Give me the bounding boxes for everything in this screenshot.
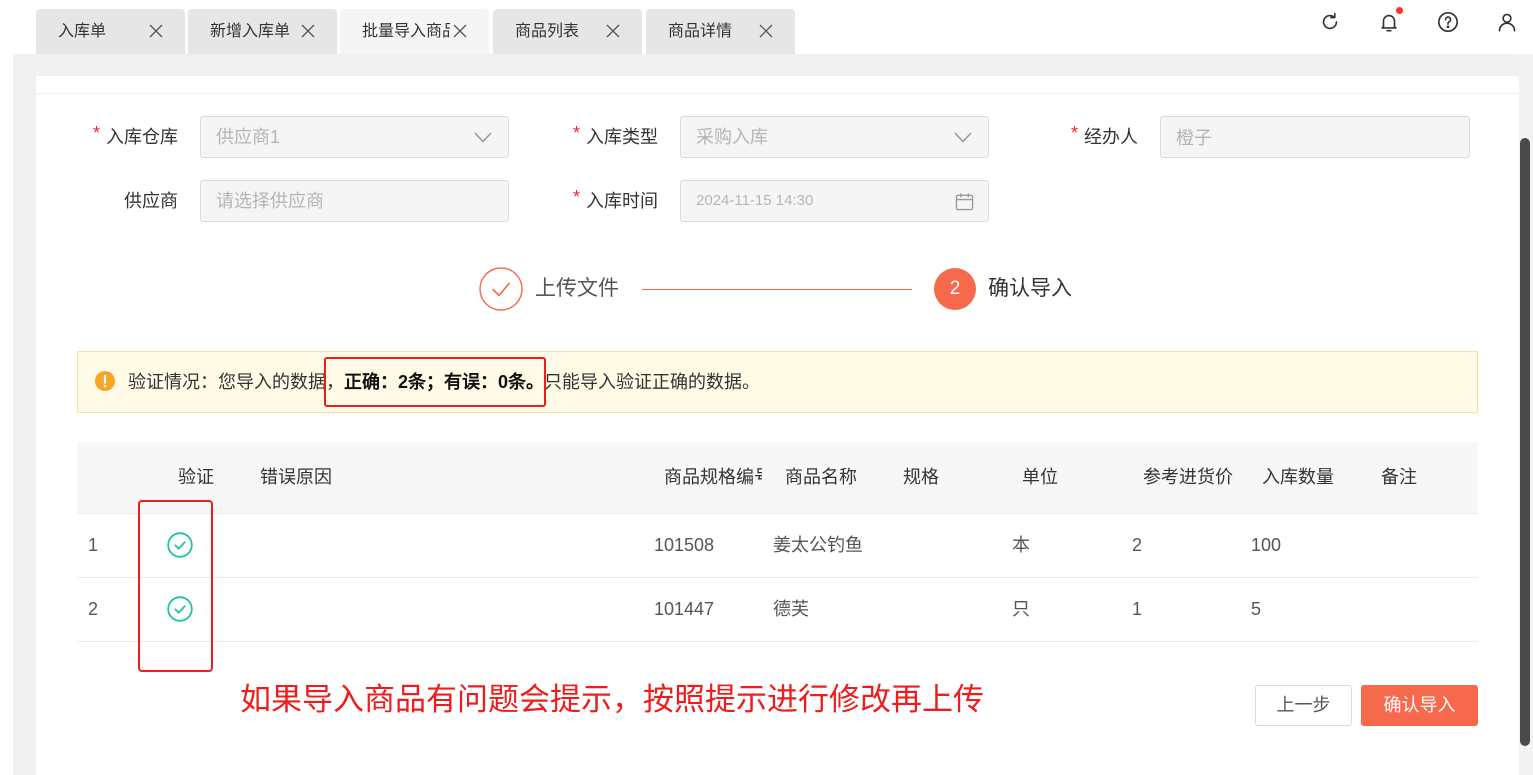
- column-header-product-name: 商品名称: [785, 467, 857, 487]
- row-sku-code: 101508: [654, 535, 715, 555]
- row-quantity: 100: [1251, 535, 1282, 555]
- row-ref-price: 2: [1132, 535, 1143, 555]
- tab-inbound-order[interactable]: 入库单: [36, 9, 185, 54]
- column-header-ref-price: 参考进货价: [1143, 467, 1233, 487]
- tab-label: 新增入库单: [210, 23, 291, 40]
- column-header-sku-code: 商品规格编号: [664, 467, 762, 487]
- refresh-icon[interactable]: [1319, 11, 1341, 33]
- tab-label: 商品详情: [668, 23, 733, 40]
- bell-icon: [1381, 14, 1397, 32]
- column-header-spec: 规格: [903, 467, 939, 487]
- tab-label: 入库单: [58, 23, 107, 40]
- step-confirm-label: 确认导入: [988, 277, 1072, 300]
- required-mark: *: [572, 187, 580, 207]
- calendar-icon: [955, 193, 974, 211]
- row-unit: 只: [1012, 599, 1030, 619]
- step-number-badge: 2: [934, 268, 976, 310]
- required-mark: *: [92, 123, 100, 143]
- close-icon[interactable]: [453, 24, 467, 38]
- tab-product-list[interactable]: 商品列表: [493, 9, 642, 54]
- notifications-button[interactable]: [1378, 7, 1403, 33]
- row-index: 2: [88, 599, 99, 619]
- supplier-input[interactable]: [200, 180, 509, 222]
- close-icon[interactable]: [149, 24, 163, 38]
- inbound-time-label-text: 入库时间: [586, 191, 658, 211]
- user-icon[interactable]: [1496, 11, 1518, 33]
- divider: [36, 93, 1519, 94]
- warehouse-label: * 入库仓库: [60, 116, 178, 158]
- tab-new-inbound-order[interactable]: 新增入库单: [188, 9, 337, 54]
- supplier-label-text: 供应商: [124, 191, 178, 211]
- step-completed-check-icon: [479, 267, 523, 311]
- handler-label-text: 经办人: [1084, 127, 1138, 147]
- row-ref-price: 1: [1132, 599, 1143, 619]
- close-icon[interactable]: [606, 24, 620, 38]
- tab-product-detail[interactable]: 商品详情: [646, 9, 795, 54]
- chevron-down-icon: [954, 132, 972, 143]
- supplier-label: 供应商: [60, 180, 178, 222]
- step-upload-label: 上传文件: [535, 277, 619, 300]
- scrollbar-thumb[interactable]: [1520, 138, 1530, 746]
- annotation-note: 如果导入商品有问题会提示，按照提示进行修改再上传: [240, 682, 984, 717]
- row-product-name: 德芙: [773, 599, 809, 619]
- inbound-time-value: 2024-11-15 14:30: [696, 192, 814, 209]
- annotation-box-validation: [138, 500, 213, 672]
- validation-alert: 验证情况：您导入的数据，正确：2条；有误：0条。 只能导入验证正确的数据。: [77, 351, 1478, 413]
- alert-suffix: 只能导入验证正确的数据。: [544, 372, 761, 392]
- import-table: 验证 错误原因 商品规格编号 商品名称 规格 单位 参考进货价 入库数量 备注 …: [77, 442, 1478, 642]
- confirm-import-button[interactable]: 确认导入: [1361, 685, 1478, 726]
- handler-label: * 经办人: [1020, 116, 1138, 158]
- table-header: 验证 错误原因 商品规格编号 商品名称 规格 单位 参考进货价 入库数量 备注: [77, 442, 1478, 514]
- tab-batch-import-products[interactable]: 批量导入商品: [340, 9, 489, 54]
- close-icon[interactable]: [301, 24, 315, 38]
- close-icon[interactable]: [759, 24, 773, 38]
- warehouse-value: 供应商1: [216, 127, 281, 147]
- handler-input[interactable]: [1160, 116, 1470, 158]
- column-header-quantity: 入库数量: [1262, 467, 1334, 487]
- column-header-unit: 单位: [1022, 467, 1058, 487]
- required-mark: *: [1070, 123, 1078, 143]
- help-icon[interactable]: [1437, 11, 1459, 33]
- previous-step-button[interactable]: 上一步: [1255, 685, 1352, 726]
- step-connector: [642, 289, 912, 290]
- inbound-time-picker[interactable]: 2024-11-15 14:30: [680, 180, 989, 222]
- warning-icon: [95, 371, 115, 391]
- column-header-error-reason: 错误原因: [260, 467, 332, 487]
- chevron-down-icon: [474, 132, 492, 143]
- tab-label: 商品列表: [515, 23, 580, 40]
- warehouse-label-text: 入库仓库: [106, 127, 178, 147]
- row-product-name: 姜太公钓鱼: [773, 535, 863, 555]
- column-header-remark: 备注: [1381, 467, 1417, 487]
- row-unit: 本: [1012, 535, 1030, 555]
- table-row[interactable]: 2 101447 德芙 只 1 5: [77, 578, 1478, 642]
- row-sku-code: 101447: [654, 599, 715, 619]
- alert-prefix: 验证情况：您导入的数据，: [128, 372, 344, 392]
- tab-bar: 入库单 新增入库单 批量导入商品 商品列表 商品详情: [0, 0, 1533, 54]
- required-mark: *: [572, 123, 580, 143]
- inbound-time-label: * 入库时间: [540, 180, 658, 222]
- inbound-type-value: 采购入库: [696, 127, 768, 147]
- row-index: 1: [88, 535, 99, 555]
- unread-dot: [1396, 7, 1403, 14]
- tab-label: 批量导入商品: [362, 23, 450, 40]
- alert-message: 验证情况：您导入的数据，正确：2条；有误：0条。 只能导入验证正确的数据。: [128, 352, 760, 412]
- inbound-type-label: * 入库类型: [540, 116, 658, 158]
- inbound-type-select[interactable]: 采购入库: [680, 116, 989, 158]
- annotation-box-summary: [324, 357, 547, 407]
- inbound-type-label-text: 入库类型: [586, 127, 658, 147]
- alert-summary-highlight: 正确：2条；有误：0条。: [324, 357, 547, 407]
- warehouse-select[interactable]: 供应商1: [200, 116, 509, 158]
- row-quantity: 5: [1251, 599, 1262, 619]
- table-row[interactable]: 1 101508 姜太公钓鱼 本 2 100: [77, 514, 1478, 578]
- sidebar-edge: [0, 54, 13, 775]
